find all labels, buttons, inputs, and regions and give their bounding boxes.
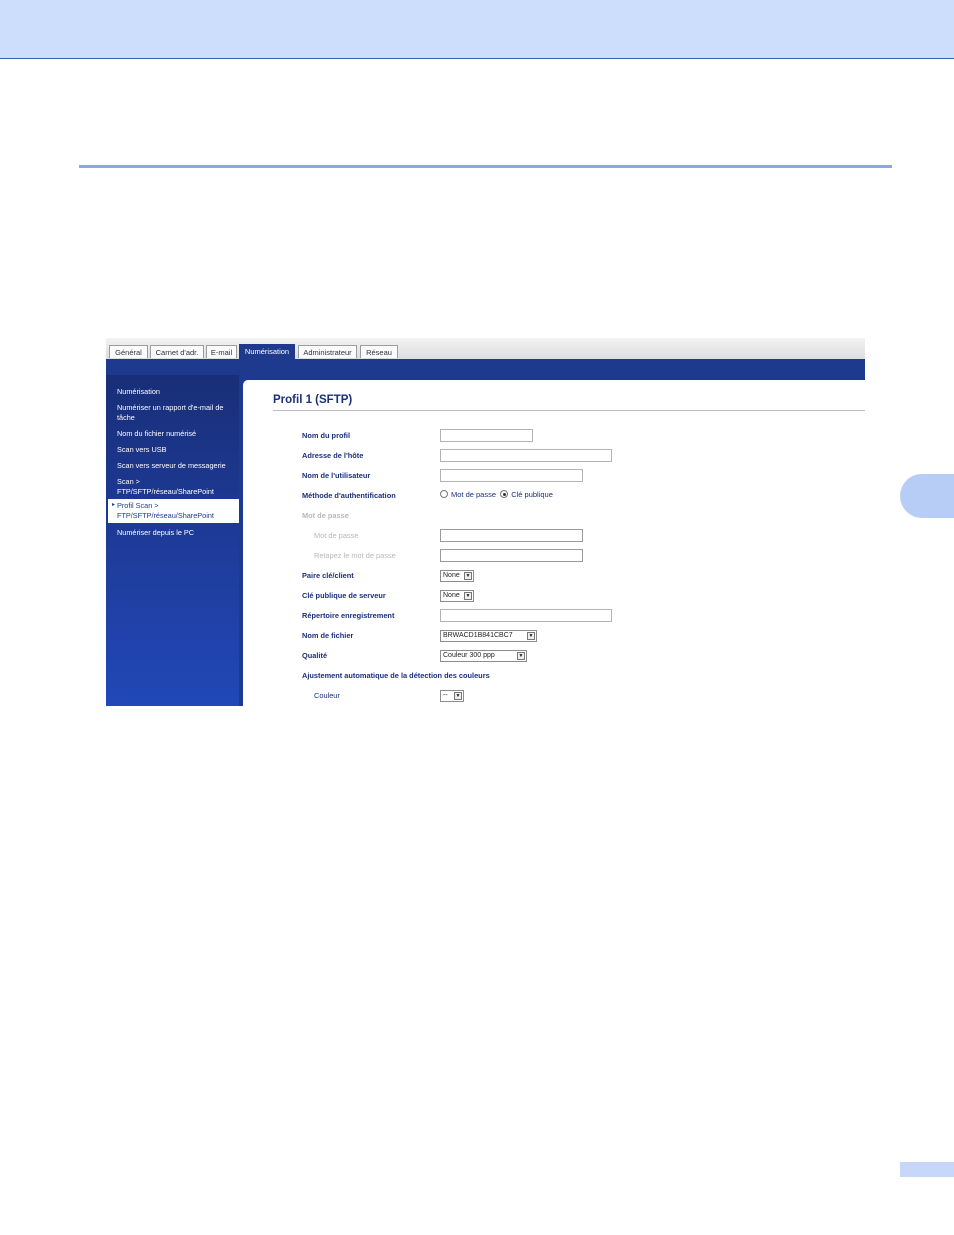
- auth-password-option-label: Mot de passe: [451, 490, 497, 499]
- sidebar-item-scan-from-pc[interactable]: Numériser depuis le PC: [117, 528, 235, 538]
- host-address-label: Adresse de l'hôte: [302, 451, 364, 460]
- content-panel: Profil 1 (SFTP) Nom du profil Adresse de…: [243, 380, 865, 706]
- content-frame: Profil 1 (SFTP) Nom du profil Adresse de…: [239, 375, 865, 706]
- selected-arrow-icon: ▸: [112, 502, 116, 508]
- auth-method-label: Méthode d'authentification: [302, 491, 396, 500]
- client-key-pair-select[interactable]: None ▼: [440, 570, 474, 582]
- section-rule: [79, 165, 892, 168]
- profile-name-input[interactable]: [440, 429, 533, 442]
- tab-network[interactable]: Réseau: [360, 345, 398, 358]
- tab-scan[interactable]: Numérisation: [239, 344, 295, 359]
- sidebar-item-scan-to-email-server[interactable]: Scan vers serveur de messagerie: [117, 461, 235, 471]
- server-public-key-select[interactable]: None ▼: [440, 590, 474, 602]
- sidebar-item-scan[interactable]: Numérisation: [117, 387, 235, 397]
- sidebar-item-scan-to-ftp[interactable]: Scan > FTP/SFTP/réseau/SharePoint: [117, 477, 235, 496]
- profile-name-label: Nom du profil: [302, 431, 351, 440]
- color-value: --: [443, 692, 448, 699]
- store-directory-label: Répertoire enregistrement: [302, 611, 395, 620]
- auth-method-radio-group: Mot de passe Clé publique: [440, 490, 553, 499]
- chevron-down-icon: ▼: [464, 572, 472, 580]
- page-number-tab: [900, 1162, 954, 1177]
- retype-password-input[interactable]: [440, 549, 583, 562]
- password-input[interactable]: [440, 529, 583, 542]
- server-public-key-value: None: [443, 592, 460, 599]
- chevron-down-icon: ▼: [517, 652, 525, 660]
- page-header-band: [0, 0, 954, 59]
- web-management-screenshot: Général Carnet d'adr. E-mail Numérisatio…: [106, 338, 865, 706]
- sidebar-item-scan-to-usb[interactable]: Scan vers USB: [117, 445, 235, 455]
- client-key-pair-value: None: [443, 572, 460, 579]
- chevron-down-icon: ▼: [464, 592, 472, 600]
- sidebar-item-scan-file-name[interactable]: Nom du fichier numérisé: [117, 429, 235, 439]
- sidebar-item-label: Profil Scan > FTP/SFTP/réseau/SharePoint: [117, 501, 214, 520]
- quality-select[interactable]: Couleur 300 ppp ▼: [440, 650, 527, 662]
- password-label: Mot de passe: [314, 531, 359, 540]
- username-label: Nom de l'utilisateur: [302, 471, 371, 480]
- file-name-value: BRWACD1B841CBC7: [443, 632, 513, 639]
- client-key-pair-label: Paire clé/client: [302, 571, 354, 580]
- quality-value: Couleur 300 ppp: [443, 652, 495, 659]
- store-directory-input[interactable]: [440, 609, 612, 622]
- auth-public-key-option-label: Clé publique: [511, 490, 553, 499]
- tab-email[interactable]: E-mail: [206, 345, 237, 358]
- page-title: Profil 1 (SFTP): [273, 394, 353, 406]
- chevron-down-icon: ▼: [454, 692, 462, 700]
- file-name-label: Nom de fichier: [302, 631, 354, 640]
- auth-password-radio[interactable]: [440, 490, 448, 498]
- sidebar: Numérisation Numériser un rapport d'e-ma…: [106, 375, 239, 706]
- nav-blue-strip: [106, 359, 865, 375]
- chapter-side-tab: [900, 474, 954, 518]
- password-section-label: Mot de passe: [302, 511, 349, 520]
- tab-bar: Général Carnet d'adr. E-mail Numérisatio…: [106, 338, 865, 360]
- quality-label: Qualité: [302, 651, 328, 660]
- username-input[interactable]: [440, 469, 583, 482]
- color-select[interactable]: -- ▼: [440, 690, 464, 702]
- tab-address-book[interactable]: Carnet d'adr.: [150, 345, 204, 358]
- file-name-select[interactable]: BRWACD1B841CBC7 ▼: [440, 630, 537, 642]
- tab-general[interactable]: Général: [109, 345, 148, 358]
- title-divider: [273, 410, 865, 411]
- host-address-input[interactable]: [440, 449, 612, 462]
- chevron-down-icon: ▼: [527, 632, 535, 640]
- auto-color-detect-label: Ajustement automatique de la détection d…: [302, 671, 490, 680]
- auth-public-key-radio[interactable]: [500, 490, 509, 498]
- color-label: Couleur: [314, 691, 340, 700]
- retype-password-label: Retapez le mot de passe: [314, 551, 396, 560]
- sidebar-item-scan-profile[interactable]: ▸ Profil Scan > FTP/SFTP/réseau/SharePoi…: [108, 499, 239, 523]
- tab-administrator[interactable]: Administrateur: [298, 345, 357, 358]
- server-public-key-label: Clé publique de serveur: [302, 591, 386, 600]
- sidebar-item-scan-job-email-report[interactable]: Numériser un rapport d'e-mail de tâche: [117, 403, 235, 422]
